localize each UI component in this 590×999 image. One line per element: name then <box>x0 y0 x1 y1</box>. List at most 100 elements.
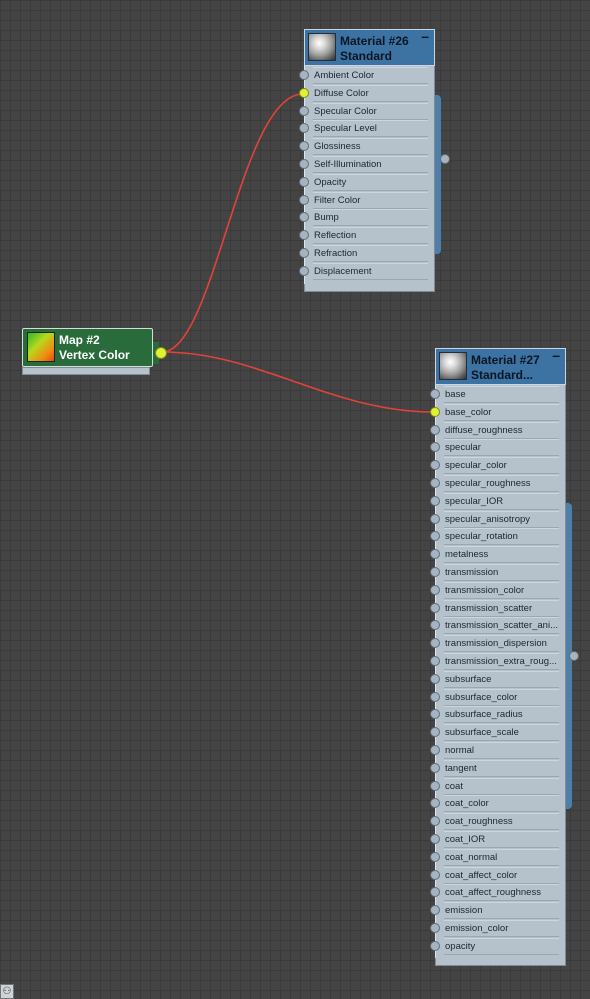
slot-reflection[interactable]: Reflection <box>313 227 428 245</box>
slot-coat-roughness[interactable]: coat_roughness <box>444 813 559 831</box>
wire-map-to-base-color[interactable] <box>161 351 435 413</box>
slot-specular-level[interactable]: Specular Level <box>313 120 428 138</box>
input-socket[interactable] <box>430 691 440 702</box>
slot-glossiness[interactable]: Glossiness <box>313 138 428 156</box>
slot-bump[interactable]: Bump <box>313 209 428 227</box>
slot-subsurface-scale[interactable]: subsurface_scale <box>444 724 559 742</box>
slot-transmission-scatter-ani[interactable]: transmission_scatter_ani... <box>444 617 559 635</box>
input-socket[interactable] <box>299 105 309 116</box>
collapse-button[interactable]: – <box>421 29 429 43</box>
material-26-output-socket[interactable] <box>440 154 450 164</box>
slot-specular-anisotropy[interactable]: specular_anisotropy <box>444 510 559 528</box>
input-socket[interactable] <box>430 798 440 809</box>
input-socket[interactable] <box>299 123 309 134</box>
slot-emission-color[interactable]: emission_color <box>444 920 559 937</box>
slot-specular[interactable]: specular <box>444 439 559 457</box>
input-socket[interactable] <box>430 762 440 773</box>
map-node-vertex-color[interactable]: Map #2 Vertex Color <box>22 328 167 375</box>
input-socket[interactable] <box>430 389 440 399</box>
input-socket[interactable] <box>430 567 440 577</box>
input-socket[interactable] <box>299 70 309 80</box>
input-socket[interactable] <box>299 194 309 205</box>
slot-diffuse-color[interactable]: Diffuse Color <box>313 84 428 102</box>
input-socket[interactable] <box>430 638 440 649</box>
wire-map-to-diffuse-color[interactable] <box>161 93 304 353</box>
slot-emission[interactable]: emission <box>444 902 559 920</box>
input-socket[interactable] <box>299 176 309 187</box>
input-socket[interactable] <box>430 620 440 631</box>
slot-specular-color[interactable]: specular_color <box>444 457 559 475</box>
slot-metalness[interactable]: metalness <box>444 546 559 564</box>
slot-coat-ior[interactable]: coat_IOR <box>444 831 559 848</box>
input-socket-connected[interactable] <box>299 87 309 98</box>
input-socket[interactable] <box>430 851 440 862</box>
input-socket[interactable] <box>299 248 309 258</box>
map-node-header[interactable]: Map #2 Vertex Color <box>22 328 153 367</box>
input-socket[interactable] <box>430 887 440 898</box>
slot-coat-affect-color[interactable]: coat_affect_color <box>444 866 559 884</box>
slot-coat-affect-roughness[interactable]: coat_affect_roughness <box>444 884 559 902</box>
input-socket[interactable] <box>430 478 440 488</box>
slot-specular-roughness[interactable]: specular_roughness <box>444 475 559 492</box>
input-socket[interactable] <box>430 869 440 880</box>
input-socket[interactable] <box>430 513 440 524</box>
slot-diffuse-roughness[interactable]: diffuse_roughness <box>444 421 559 439</box>
slot-coat[interactable]: coat <box>444 777 559 795</box>
slot-subsurface[interactable]: subsurface <box>444 670 559 688</box>
input-socket[interactable] <box>299 159 309 169</box>
slot-displacement[interactable]: Displacement <box>313 262 428 280</box>
slot-transmission[interactable]: transmission <box>444 564 559 581</box>
slot-specular-ior[interactable]: specular_IOR <box>444 492 559 510</box>
input-socket[interactable] <box>430 834 440 844</box>
slot-subsurface-radius[interactable]: subsurface_radius <box>444 706 559 724</box>
input-socket[interactable] <box>299 265 309 276</box>
input-socket[interactable] <box>430 940 440 951</box>
input-socket[interactable] <box>430 442 440 453</box>
material-27-output-socket[interactable] <box>569 651 579 661</box>
slot-transmission-scatter[interactable]: transmission_scatter <box>444 599 559 617</box>
input-socket[interactable] <box>430 602 440 613</box>
slot-transmission-extra-roug[interactable]: transmission_extra_roug... <box>444 653 559 670</box>
input-socket[interactable] <box>430 656 440 666</box>
material-26-node[interactable]: Material #26 Standard – Ambient Color Dif… <box>299 29 450 292</box>
collapse-button[interactable]: – <box>552 348 560 362</box>
slot-subsurface-color[interactable]: subsurface_color <box>444 688 559 706</box>
slot-transmission-dispersion[interactable]: transmission_dispersion <box>444 635 559 653</box>
slot-tangent[interactable]: tangent <box>444 759 559 777</box>
navigator-icon[interactable]: ⚇ <box>0 984 14 999</box>
input-socket[interactable] <box>430 727 440 738</box>
slot-self-illumination[interactable]: Self-Illumination <box>313 156 428 173</box>
input-socket[interactable] <box>430 424 440 435</box>
slot-base-color[interactable]: base_color <box>444 403 559 421</box>
slot-filter-color[interactable]: Filter Color <box>313 191 428 209</box>
material-26-header[interactable]: Material #26 Standard – <box>304 29 435 66</box>
slot-base[interactable]: base <box>444 386 559 403</box>
slot-coat-normal[interactable]: coat_normal <box>444 848 559 866</box>
slot-transmission-color[interactable]: transmission_color <box>444 581 559 599</box>
input-socket[interactable] <box>299 212 309 223</box>
slot-specular-color[interactable]: Specular Color <box>313 102 428 120</box>
input-socket[interactable] <box>430 460 440 471</box>
input-socket[interactable] <box>430 531 440 542</box>
input-socket[interactable] <box>430 709 440 720</box>
material-27-header[interactable]: Material #27 Standard... – <box>435 348 566 385</box>
slot-opacity[interactable]: opacity <box>444 937 559 955</box>
input-socket[interactable] <box>299 141 309 152</box>
input-socket[interactable] <box>430 780 440 791</box>
input-socket[interactable] <box>430 549 440 560</box>
input-socket[interactable] <box>430 905 440 916</box>
slot-ambient-color[interactable]: Ambient Color <box>313 67 428 84</box>
map-node-output-socket[interactable] <box>155 347 167 359</box>
input-socket[interactable] <box>430 495 440 506</box>
input-socket-connected[interactable] <box>430 406 440 417</box>
input-socket[interactable] <box>430 923 440 933</box>
slot-refraction[interactable]: Refraction <box>313 245 428 262</box>
slot-coat-color[interactable]: coat_color <box>444 795 559 813</box>
slot-normal[interactable]: normal <box>444 742 559 759</box>
slot-opacity[interactable]: Opacity <box>313 173 428 191</box>
material-27-node[interactable]: Material #27 Standard... – base base_colo… <box>430 348 579 966</box>
slot-specular-rotation[interactable]: specular_rotation <box>444 528 559 546</box>
input-socket[interactable] <box>430 584 440 595</box>
input-socket[interactable] <box>299 230 309 241</box>
input-socket[interactable] <box>430 673 440 684</box>
